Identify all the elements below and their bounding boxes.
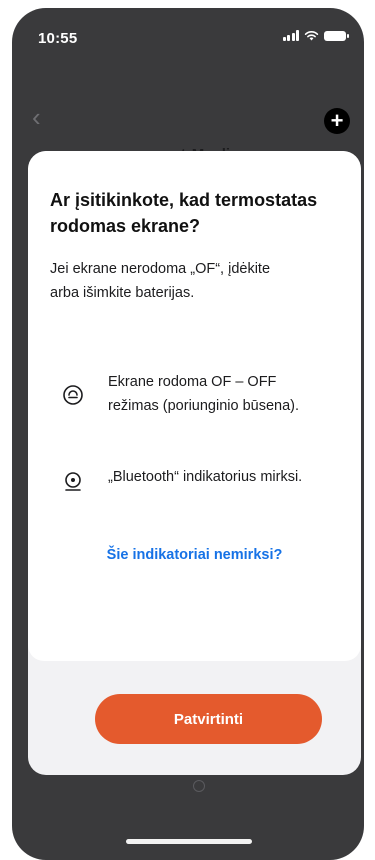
- indicators-not-blinking-link[interactable]: Šie indikatoriai nemirksi?: [28, 547, 361, 563]
- confirm-button[interactable]: Patvirtinti: [95, 694, 322, 744]
- signal-icon: [282, 30, 299, 41]
- back-chevron-icon[interactable]: ‹: [32, 104, 41, 130]
- display-off-icon: [63, 385, 83, 405]
- battery-icon: [324, 30, 349, 41]
- status-time: 10:55: [38, 30, 78, 47]
- status-icons: [282, 30, 349, 41]
- dialog-card: Ar įsitikinkote, kad termostatas rodomas…: [28, 151, 361, 661]
- dialog-body: Jei ekrane nerodoma „OF“, įdėkite arba i…: [50, 261, 271, 301]
- wifi-icon: [304, 30, 319, 41]
- phone-screen: 10:55 ‹ + apqeotrMoclio Ar įsitikinkote,…: [12, 8, 364, 860]
- indicator-text: „Bluetooth“ indikatorius mirksi.: [108, 469, 303, 485]
- confirmation-dialog: Ar įsitikinkote, kad termostatas rodomas…: [28, 151, 361, 775]
- add-button[interactable]: +: [324, 108, 350, 134]
- indicator-row-display: Ekrane rodoma OF – OFF režimas (poriungi…: [62, 370, 318, 418]
- dialog-title: Ar įsitikinkote, kad termostatas rodomas…: [50, 190, 318, 236]
- home-indicator[interactable]: [126, 839, 252, 844]
- indicator-text: Ekrane rodoma OF – OFF režimas (poriungi…: [108, 374, 300, 414]
- background-indicator-dot: [193, 780, 205, 792]
- status-bar: 10:55: [12, 8, 364, 62]
- indicator-row-bluetooth: „Bluetooth“ indikatorius mirksi.: [62, 465, 318, 493]
- bluetooth-blink-icon: [65, 472, 81, 491]
